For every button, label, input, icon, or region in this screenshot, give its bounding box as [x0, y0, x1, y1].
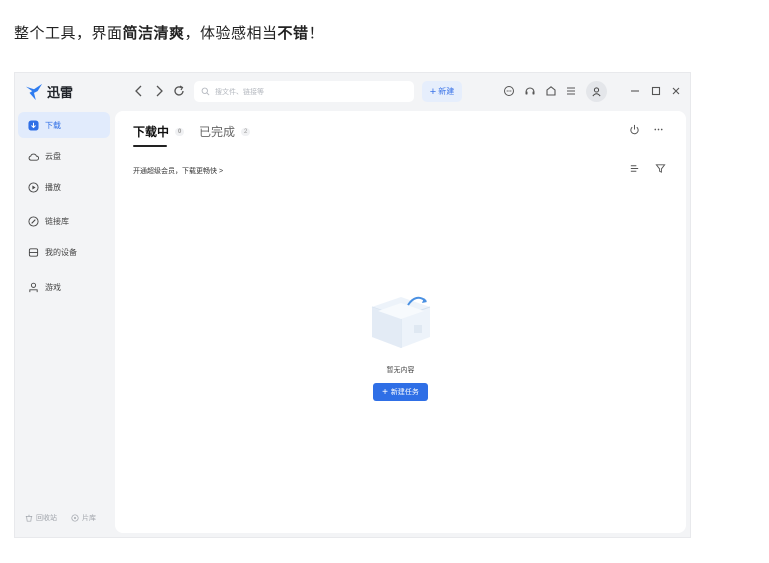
play-icon	[28, 181, 39, 193]
search-icon	[201, 87, 210, 96]
sidebar-item-cloud[interactable]: 云盘	[18, 143, 110, 169]
sidebar-item-games[interactable]: 游戏	[18, 274, 110, 300]
caption-text-1: 整个工具，界面	[14, 25, 123, 42]
power-button[interactable]	[625, 120, 643, 138]
app-name: 迅雷	[47, 86, 74, 101]
new-task-button[interactable]: + 新建任务	[373, 383, 428, 401]
new-task-label: 新建任务	[390, 389, 419, 396]
filter-button[interactable]	[651, 159, 669, 177]
sort-button[interactable]	[625, 159, 643, 177]
close-icon[interactable]	[670, 85, 682, 97]
tab-completed[interactable]: 已完成 2	[199, 123, 251, 140]
game-icon	[29, 282, 38, 292]
caption-text-3: ！	[308, 25, 325, 42]
headset-icon[interactable]	[524, 85, 536, 97]
refresh-icon[interactable]	[172, 84, 186, 98]
vip-promo-link[interactable]: 开通超级会员，下载更畅快 >	[133, 166, 223, 176]
new-button[interactable]: + 新建	[422, 81, 462, 102]
tab-count-badge: 2	[241, 127, 251, 136]
sidebar-footer: 回收站 片库	[25, 513, 110, 523]
search-placeholder: 搜文件、链接等	[215, 88, 264, 96]
caption-bold-2: 不错	[277, 25, 309, 42]
avatar[interactable]	[586, 81, 607, 102]
caption-bold-1: 简洁清爽	[122, 25, 185, 42]
search-input[interactable]: 搜文件、链接等	[194, 81, 414, 102]
film-library-label: 片库	[82, 515, 96, 522]
title-bar: 迅雷 搜文件、链接等 + 新建	[15, 73, 690, 111]
sidebar-item-play[interactable]: 播放	[18, 174, 110, 200]
new-button-label: 新建	[438, 87, 455, 96]
forward-icon[interactable]	[152, 84, 166, 98]
power-icon	[629, 124, 639, 134]
sidebar-item-download[interactable]: 下载	[18, 112, 110, 138]
cloud-icon	[28, 153, 39, 161]
tab-count-badge: 0	[175, 127, 185, 136]
thunder-logo-icon	[25, 83, 43, 100]
sidebar: 下载 云盘 播放 链接库 我的设备 游戏 回收站 片库	[15, 111, 113, 537]
empty-box-illustration	[371, 296, 430, 348]
recycle-bin-link[interactable]: 回收站	[25, 513, 57, 523]
maximize-icon[interactable]	[650, 85, 662, 97]
film-icon	[71, 514, 79, 522]
plus-icon: +	[429, 85, 437, 98]
user-icon	[592, 87, 601, 97]
tab-downloading[interactable]: 下载中 0	[133, 123, 185, 140]
tab-label: 下载中	[133, 125, 170, 139]
plus-icon: +	[382, 386, 388, 398]
tab-label: 已完成	[199, 125, 236, 139]
back-icon[interactable]	[132, 84, 146, 98]
filter-icon	[654, 163, 666, 173]
article-caption: 整个工具，界面简洁清爽，体验感相当不错！	[14, 22, 324, 43]
empty-state: 暂无内容 + 新建任务	[115, 291, 686, 401]
app-window: 迅雷 搜文件、链接等 + 新建 下载 云盘 播放 链接库 我的设备 游戏 回收站…	[14, 72, 691, 538]
link-icon	[28, 215, 39, 227]
active-tab-indicator	[133, 145, 167, 147]
sidebar-item-devices[interactable]: 我的设备	[18, 239, 110, 265]
device-icon	[28, 247, 39, 257]
empty-message: 暂无内容	[386, 367, 415, 374]
download-icon	[28, 119, 39, 131]
minimize-icon[interactable]	[629, 85, 641, 97]
sort-icon	[630, 164, 638, 172]
caption-text-2: ，体验感相当	[184, 25, 278, 42]
menu-icon[interactable]	[565, 85, 577, 97]
app-logo: 迅雷	[25, 82, 73, 101]
sidebar-item-label: 云盘	[45, 151, 61, 161]
trash-icon	[25, 514, 33, 522]
film-library-link[interactable]: 片库	[71, 513, 96, 523]
more-button[interactable]	[649, 120, 667, 138]
sidebar-item-label: 我的设备	[45, 247, 77, 257]
more-icon	[653, 128, 663, 130]
sidebar-item-label: 链接库	[45, 216, 69, 226]
recycle-bin-label: 回收站	[36, 515, 57, 522]
main-panel: 下载中 0 已完成 2 开通超级会员，下载更畅快 > 暂无内容 + 新建任务	[115, 111, 686, 533]
message-icon[interactable]	[503, 85, 515, 97]
sidebar-item-link-library[interactable]: 链接库	[18, 208, 110, 234]
sidebar-item-label: 播放	[45, 182, 61, 192]
plugin-icon[interactable]	[545, 85, 557, 97]
sidebar-item-label: 下载	[45, 120, 61, 130]
sidebar-item-label: 游戏	[45, 282, 61, 292]
